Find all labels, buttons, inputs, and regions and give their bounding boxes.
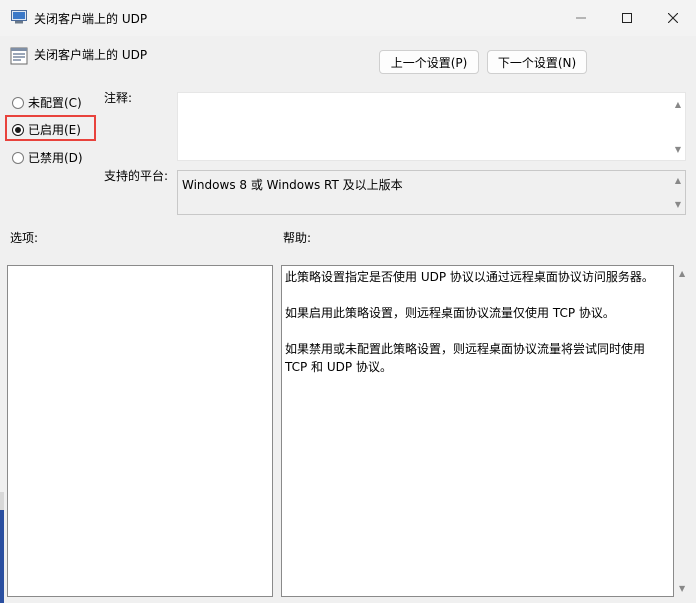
maximize-button[interactable] (604, 0, 650, 36)
policy-setting-icon (10, 47, 28, 65)
help-scroll-down-icon[interactable]: ▼ (679, 585, 685, 593)
radio-circle (12, 96, 24, 109)
platform-field: Windows 8 或 Windows RT 及以上版本 ▲ ▼ (177, 170, 686, 215)
scroll-up-icon[interactable]: ▲ (675, 177, 681, 185)
scroll-up-icon[interactable]: ▲ (675, 101, 681, 109)
scroll-down-icon[interactable]: ▼ (675, 201, 681, 209)
help-paragraph: 如果禁用或未配置此策略设置，则远程桌面协议流量将尝试同时使用 TCP 和 UDP… (285, 342, 646, 374)
help-label: 帮助: (283, 231, 312, 245)
minimize-button[interactable] (558, 0, 604, 36)
radio-circle (12, 151, 24, 164)
window-title: 关闭客户端上的 UDP (34, 12, 148, 26)
radio-disabled[interactable]: 已禁用(D) (12, 149, 83, 166)
left-edge-strip (0, 492, 4, 510)
left-edge-strip-blue (0, 510, 4, 603)
policy-name: 关闭客户端上的 UDP (34, 48, 148, 62)
title-bar: 关闭客户端上的 UDP (0, 0, 696, 36)
comment-label: 注释: (104, 91, 133, 105)
radio-label: 未配置(C) (28, 96, 82, 110)
help-text: 此策略设置指定是否使用 UDP 协议以通过远程桌面协议访问服务器。 如果启用此策… (285, 268, 665, 394)
help-paragraph: 如果启用此策略设置，则远程桌面协议流量仅使用 TCP 协议。 (285, 306, 615, 320)
minimize-icon (576, 17, 586, 19)
platform-label: 支持的平台: (104, 169, 169, 183)
next-setting-button[interactable]: 下一个设置(N) (487, 50, 587, 74)
options-label: 选项: (10, 231, 39, 245)
comment-textarea[interactable]: ▲ ▼ (177, 92, 686, 161)
close-icon (668, 13, 678, 23)
options-pane[interactable] (7, 265, 273, 597)
radio-not-configured[interactable]: 未配置(C) (12, 94, 82, 111)
policy-window-icon (11, 10, 27, 24)
highlight-box (5, 115, 96, 141)
close-button[interactable] (650, 0, 696, 36)
prev-setting-button[interactable]: 上一个设置(P) (379, 50, 479, 74)
platform-value: Windows 8 或 Windows RT 及以上版本 (182, 178, 403, 192)
radio-label: 已禁用(D) (28, 151, 83, 165)
help-paragraph: 此策略设置指定是否使用 UDP 协议以通过远程桌面协议访问服务器。 (285, 270, 654, 284)
help-scroll-up-icon[interactable]: ▲ (679, 270, 685, 278)
maximize-icon (622, 13, 632, 23)
scroll-down-icon[interactable]: ▼ (675, 146, 681, 154)
